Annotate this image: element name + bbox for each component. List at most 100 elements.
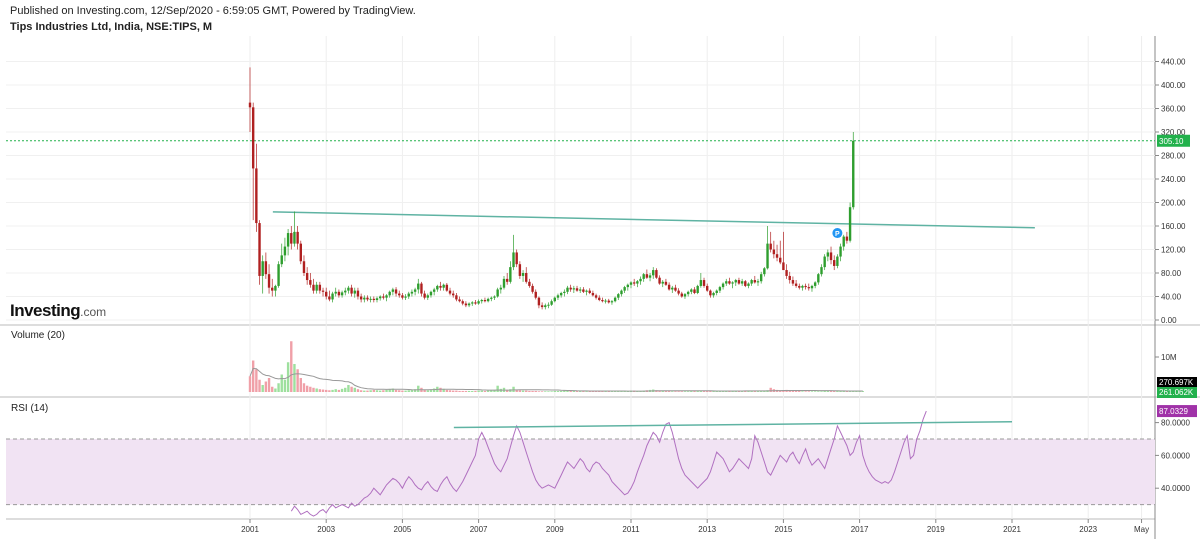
candle-body	[569, 287, 572, 290]
volume-bar	[274, 388, 277, 392]
candle-body	[756, 281, 760, 283]
volume-bar	[547, 391, 550, 392]
candle-body	[528, 281, 531, 286]
volume-bar	[296, 369, 299, 392]
volume-bar	[674, 391, 677, 392]
candle-body	[623, 287, 626, 291]
candle-body	[579, 289, 582, 291]
candle-body	[575, 288, 579, 291]
candle-body	[677, 290, 680, 294]
volume-bar	[534, 390, 537, 392]
volume-bar	[328, 390, 331, 392]
candle-body	[725, 281, 728, 284]
candle-body	[356, 290, 360, 297]
candle-body	[559, 292, 563, 296]
candle-body	[410, 291, 414, 294]
candle-body	[667, 284, 671, 290]
volume-bar	[356, 389, 360, 392]
candle-body	[305, 273, 309, 281]
candle-body	[394, 289, 398, 294]
candle-body	[839, 246, 842, 257]
candle-body	[490, 297, 493, 299]
candle-body	[521, 273, 525, 276]
volume-bar	[394, 389, 398, 392]
volume-panel-label: Volume (20)	[11, 330, 65, 341]
candle-body	[350, 287, 353, 294]
candle-body	[496, 289, 499, 297]
volume-bar	[477, 390, 480, 392]
candle-body	[715, 290, 718, 293]
volume-bar	[290, 341, 293, 392]
volume-bar	[382, 390, 385, 392]
volume-bar	[791, 390, 795, 392]
candle-body	[747, 283, 750, 286]
candle-body	[347, 287, 350, 291]
candle-body	[791, 280, 795, 284]
candle-body	[585, 290, 588, 292]
candle-body	[645, 274, 649, 278]
candle-body	[299, 243, 302, 262]
rsi-last-label: 87.0329	[1159, 407, 1188, 416]
volume-bar	[267, 378, 271, 392]
volume-bar	[471, 390, 474, 392]
volume-bar	[334, 389, 337, 392]
candle-body	[518, 264, 522, 276]
candle-body	[359, 296, 363, 300]
candle-body	[731, 282, 734, 284]
candle-body	[779, 257, 782, 263]
candle-body	[344, 290, 347, 293]
candle-body	[833, 260, 836, 266]
x-tick-label: 2023	[1079, 525, 1097, 534]
price-chart[interactable]: 2001 2003 2005 2007 2009 2011 2013 2015 2017 2019…	[0, 0, 1200, 539]
candle-body	[251, 107, 255, 169]
volume-bar	[255, 369, 258, 392]
candle-body	[502, 278, 506, 288]
rsi-tick-label: 40.0000	[1161, 484, 1190, 493]
volume-bar	[521, 390, 525, 392]
candle-body	[458, 299, 461, 302]
volume-bar	[372, 389, 376, 392]
candle-body	[661, 281, 664, 284]
candle-body	[642, 274, 645, 279]
candle-body	[309, 280, 312, 285]
candle-body	[772, 249, 776, 255]
candle-body	[680, 293, 683, 297]
candle-body	[286, 233, 290, 247]
volume-bar	[486, 390, 490, 392]
candle-body	[626, 284, 630, 288]
candle-body	[826, 252, 830, 257]
candle-body	[683, 294, 687, 297]
volume-bar	[537, 391, 541, 392]
candle-body	[750, 280, 753, 284]
candle-body	[264, 261, 268, 275]
candle-body	[429, 291, 433, 296]
candle-body	[544, 305, 547, 308]
y-tick-label: 360.00	[1161, 105, 1186, 114]
candle-body	[617, 294, 620, 298]
rsi-panel-label: RSI (14)	[11, 403, 49, 414]
candle-body	[258, 223, 261, 276]
volume-bar	[483, 390, 487, 392]
volume-bar	[445, 389, 449, 392]
candle-body	[540, 305, 544, 308]
candle-body	[255, 168, 258, 224]
volume-bar	[423, 389, 426, 392]
candle-body	[572, 288, 576, 290]
candle-body	[404, 296, 407, 298]
volume-bar	[312, 387, 315, 392]
volume-bar	[283, 379, 287, 392]
x-tick-label: 2009	[546, 525, 564, 534]
volume-bar	[321, 389, 325, 392]
candle-body	[391, 289, 395, 292]
candle-body	[452, 293, 455, 296]
volume-bar	[769, 387, 772, 392]
volume-bar	[251, 360, 255, 392]
volume-bar	[398, 390, 401, 392]
volume-bar	[496, 385, 499, 392]
candle-body	[813, 282, 817, 286]
candle-body	[836, 256, 839, 266]
volume-bar	[531, 390, 534, 392]
volume-bar	[363, 390, 366, 392]
candle-body	[531, 285, 534, 292]
candle-body	[817, 274, 820, 283]
